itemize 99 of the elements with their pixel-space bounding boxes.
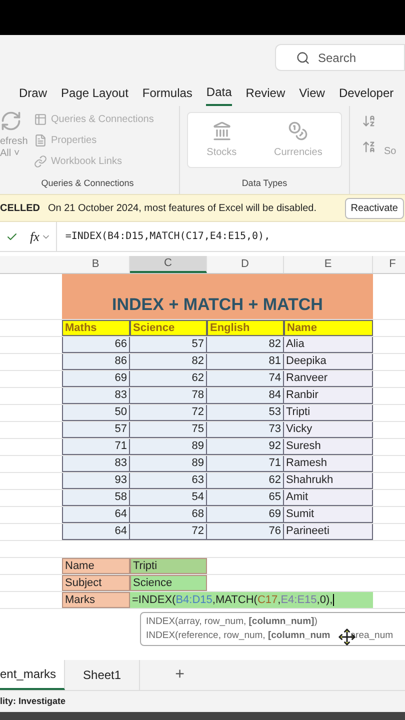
ribbon-tab[interactable]: Page Layout	[61, 80, 128, 106]
ribbon-item-icon	[34, 155, 47, 168]
ribbon-tab[interactable]: View	[299, 80, 325, 106]
notice-message: On 21 October 2024, most features of Excel will be disabled.	[48, 202, 316, 216]
search-field[interactable]: Search	[275, 44, 405, 71]
group-label: Queries & Connections	[41, 176, 134, 190]
table-cell: 62	[130, 371, 207, 387]
table-cell: 81	[207, 354, 284, 370]
table-cell: 92	[207, 439, 284, 455]
table-cell: 62	[207, 473, 284, 489]
table-cell: 83	[62, 388, 130, 404]
tooltip-line: INDEX(array, row_num, [column_num])	[146, 615, 318, 629]
formula-part: B4:D15	[176, 592, 212, 608]
table-cell: Sumit	[284, 507, 373, 523]
sort-descending-icon[interactable]	[362, 140, 376, 154]
formula-field[interactable]: =INDEX(B4:D15,MATCH(C17,E4:E15,0),	[56, 222, 405, 251]
table-cell: Amit	[284, 490, 373, 506]
sort-ascending-icon[interactable]	[362, 114, 376, 128]
table-cell: Marks	[62, 592, 130, 608]
table-cell: 83	[62, 456, 130, 472]
table-cell: 86	[62, 354, 130, 370]
table-cell: Deepika	[284, 354, 373, 370]
insert-function-button[interactable]: fx	[30, 226, 40, 246]
column-header[interactable]: E	[284, 256, 373, 273]
table-cell: 76	[207, 524, 284, 540]
group-label: Data Types	[242, 177, 288, 190]
table-cell: 71	[207, 456, 284, 472]
ribbon-tab[interactable]: Formulas	[142, 80, 192, 106]
ribbon-tab[interactable]: Review	[246, 80, 286, 106]
table-cell: 89	[130, 439, 207, 455]
table-cell: 78	[130, 388, 207, 404]
formula-cell[interactable]: =INDEX(B4:D15,MATCH(C17,E4:E15,0),	[130, 592, 373, 608]
formula-part: ,	[278, 592, 281, 608]
formula-part: =INDEX(	[132, 592, 176, 608]
tooltip-line: INDEX(reference, row_num, [column_num	[146, 629, 330, 643]
ribbon-tab[interactable]: Draw	[19, 80, 48, 106]
table-cell: 57	[62, 422, 130, 438]
formula-part: E4:E15	[280, 592, 317, 608]
column-header[interactable]: F	[373, 256, 405, 273]
formula-part: C17	[257, 592, 278, 608]
table-cell: 75	[130, 422, 207, 438]
notice-status: CELLED	[0, 202, 40, 216]
table-cell: 64	[62, 524, 130, 540]
table-cell: 64	[62, 507, 130, 523]
column-heading: Name	[284, 320, 373, 336]
reactivate-button[interactable]: Reactivate	[344, 198, 404, 218]
bank-icon	[212, 120, 232, 140]
table-cell: Ranveer	[284, 371, 373, 387]
table-cell: 73	[207, 422, 284, 438]
table-cell: Tripti	[130, 558, 207, 574]
column-heading: English	[207, 320, 284, 336]
coins-icon	[288, 120, 308, 140]
table-cell: 57	[130, 337, 207, 353]
enter-icon[interactable]	[6, 230, 18, 242]
refresh-icon	[0, 110, 22, 132]
accessibility-status[interactable]: lity: Investigate	[0, 694, 66, 708]
table-cell: 89	[130, 456, 207, 472]
ribbon-tab[interactable]: Developer	[338, 80, 394, 106]
table-cell: 63	[130, 473, 207, 489]
table-cell: 74	[207, 371, 284, 387]
table-cell: 93	[62, 473, 130, 489]
table-cell: Science	[130, 575, 207, 591]
column-heading: Maths	[62, 320, 130, 336]
column-heading: Science	[130, 320, 207, 336]
table-cell: Vicky	[284, 422, 373, 438]
table-cell: Ranbir	[284, 388, 373, 404]
table-cell: Parineeti	[284, 524, 373, 540]
table-cell: 50	[62, 405, 130, 421]
table-cell: Tripti	[284, 405, 373, 421]
table-cell: Suresh	[284, 439, 373, 455]
table-cell: 69	[62, 371, 130, 387]
column-header[interactable]: D	[207, 256, 284, 273]
table-cell: Shahrukh	[284, 473, 373, 489]
table-cell: 82	[207, 337, 284, 353]
formula-part: ,MATCH(	[212, 592, 258, 608]
table-cell: 65	[207, 490, 284, 506]
table-cell: 72	[130, 405, 207, 421]
table-cell: 68	[130, 507, 207, 523]
formula-part: ,0),	[316, 592, 333, 608]
table-cell: 53	[207, 405, 284, 421]
table-title: INDEX + MATCH + MATCH	[62, 274, 373, 319]
ribbon-item-icon	[34, 113, 47, 126]
table-cell: 72	[130, 524, 207, 540]
add-sheet-button[interactable]: +	[175, 663, 184, 687]
table-cell: Alia	[284, 337, 373, 353]
table-cell: 82	[130, 354, 207, 370]
column-header[interactable]: C	[130, 256, 207, 273]
table-cell: 54	[130, 490, 207, 506]
ribbon-item-icon	[34, 134, 47, 147]
table-cell: Name	[62, 558, 130, 574]
search-icon	[296, 50, 310, 64]
sheet-tab[interactable]: ent_marks	[0, 660, 66, 690]
table-cell: 69	[207, 507, 284, 523]
table-cell: Ramesh	[284, 456, 373, 472]
table-cell: 84	[207, 388, 284, 404]
table-cell: 66	[62, 337, 130, 353]
table-cell: 58	[62, 490, 130, 506]
table-cell: Subject	[62, 575, 130, 591]
table-cell: 71	[62, 439, 130, 455]
